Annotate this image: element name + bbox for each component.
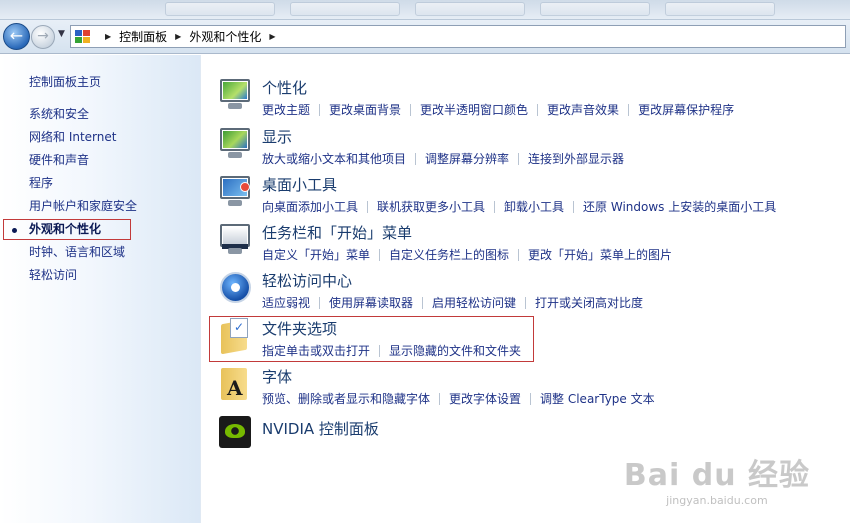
sidebar-item-programs[interactable]: 程序 [0,172,200,195]
task-link[interactable]: 更改主题 [262,103,310,117]
watermark: Bai du 经验 jingyan.baidu.com [624,450,810,507]
control-panel-icon [75,29,91,44]
category-title[interactable]: 显示 [262,126,292,147]
task-link[interactable]: 适应弱视 [262,296,310,310]
category-display: 显示 放大或缩小文本和其他项目 调整屏幕分辨率 连接到外部显示器 [218,126,838,172]
category-title[interactable]: 字体 [262,366,292,387]
navigation-bar: ← → ▼ ▶ 控制面板 ▶ 外观和个性化 ▶ [0,20,850,54]
sidebar-item-network[interactable]: 网络和 Internet [0,126,200,149]
task-link[interactable]: 放大或缩小文本和其他项目 [262,152,406,166]
task-link[interactable]: 调整屏幕分辨率 [425,152,509,166]
task-link[interactable]: 向桌面添加小工具 [262,200,358,214]
personalization-icon[interactable] [218,77,252,113]
category-title[interactable]: 轻松访问中心 [262,270,352,291]
task-link[interactable]: 更改字体设置 [449,392,521,406]
breadcrumb-appearance[interactable]: 外观和个性化 [189,28,261,45]
task-link[interactable]: 启用轻松访问键 [432,296,516,310]
address-bar[interactable]: ▶ 控制面板 ▶ 外观和个性化 ▶ [70,25,846,48]
nvidia-icon[interactable] [218,416,252,452]
category-title[interactable]: 个性化 [262,77,307,98]
background-tab[interactable] [665,2,775,16]
fonts-icon[interactable]: A [218,366,252,402]
category-links: 更改主题 更改桌面背景 更改半透明窗口颜色 更改声音效果 更改屏幕保护程序 [262,101,734,118]
browser-tab-strip [0,0,850,20]
recent-pages-button[interactable]: ▼ [58,29,65,39]
task-link[interactable]: 打开或关闭高对比度 [535,296,643,310]
forward-button[interactable]: → [31,25,55,49]
task-link[interactable]: 卸载小工具 [504,200,564,214]
breadcrumb-separator-icon[interactable]: ▶ [105,32,111,41]
annotation-highlight-folder-options [209,316,534,362]
category-fonts: A 字体 预览、删除或者显示和隐藏字体 更改字体设置 调整 ClearType 文本 [218,366,838,412]
category-ease-of-access: 轻松访问中心 适应弱视 使用屏幕读取器 启用轻松访问键 打开或关闭高对比度 [218,270,838,316]
back-button[interactable]: ← [3,23,30,50]
task-link[interactable]: 联机获取更多小工具 [377,200,485,214]
background-tab[interactable] [415,2,525,16]
control-panel-home-link[interactable]: 控制面板主页 [29,73,101,90]
breadcrumb-separator-icon[interactable]: ▶ [269,32,275,41]
category-links: 放大或缩小文本和其他项目 调整屏幕分辨率 连接到外部显示器 [262,150,624,167]
taskbar-icon[interactable] [218,222,252,258]
task-link[interactable]: 调整 ClearType 文本 [540,392,655,406]
category-title[interactable]: 任务栏和「开始」菜单 [262,222,412,243]
background-tab[interactable] [165,2,275,16]
annotation-highlight-sidebar [3,219,131,240]
task-link[interactable]: 自定义任务栏上的图标 [389,248,509,262]
sidebar-item-clock-language[interactable]: 时钟、语言和区域 [0,241,200,264]
sidebar: 控制面板主页 系统和安全 网络和 Internet 硬件和声音 程序 用户帐户和… [0,55,201,523]
task-link[interactable]: 更改桌面背景 [329,103,401,117]
category-gadgets: 桌面小工具 向桌面添加小工具 联机获取更多小工具 卸载小工具 还原 Windows 上… [218,174,838,220]
sidebar-item-user-accounts[interactable]: 用户帐户和家庭安全 [0,195,200,218]
category-links: 适应弱视 使用屏幕读取器 启用轻松访问键 打开或关闭高对比度 [262,294,643,311]
category-title[interactable]: 桌面小工具 [262,174,337,195]
task-link[interactable]: 更改半透明窗口颜色 [420,103,528,117]
breadcrumb-separator-icon[interactable]: ▶ [175,32,181,41]
category-personalization: 个性化 更改主题 更改桌面背景 更改半透明窗口颜色 更改声音效果 更改屏幕保护程序 [218,77,838,123]
display-icon[interactable] [218,126,252,162]
task-link[interactable]: 更改屏幕保护程序 [638,103,734,117]
category-taskbar: 任务栏和「开始」菜单 自定义「开始」菜单 自定义任务栏上的图标 更改「开始」菜单上的… [218,222,838,268]
task-link[interactable]: 还原 Windows 上安装的桌面小工具 [583,200,776,214]
category-links: 自定义「开始」菜单 自定义任务栏上的图标 更改「开始」菜单上的图片 [262,246,672,263]
sidebar-item-system-security[interactable]: 系统和安全 [0,103,200,126]
task-link[interactable]: 连接到外部显示器 [528,152,624,166]
task-link[interactable]: 更改声音效果 [547,103,619,117]
sidebar-list: 系统和安全 网络和 Internet 硬件和声音 程序 用户帐户和家庭安全 外观… [0,103,200,287]
arrow-right-icon: → [37,28,49,44]
background-tab[interactable] [290,2,400,16]
watermark-url: jingyan.baidu.com [666,494,768,507]
arrow-left-icon: ← [9,26,24,45]
gadgets-icon[interactable] [218,174,252,210]
breadcrumb-control-panel[interactable]: 控制面板 [119,28,167,45]
task-link[interactable]: 自定义「开始」菜单 [262,248,370,262]
ease-of-access-icon[interactable] [218,270,252,306]
sidebar-item-hardware-sound[interactable]: 硬件和声音 [0,149,200,172]
category-title[interactable]: NVIDIA 控制面板 [262,418,379,439]
category-links: 向桌面添加小工具 联机获取更多小工具 卸载小工具 还原 Windows 上安装的桌面小… [262,198,776,215]
background-tab[interactable] [540,2,650,16]
watermark-logo: Bai du 经验 [623,458,810,493]
chevron-down-icon: ▼ [58,29,65,39]
task-link[interactable]: 预览、删除或者显示和隐藏字体 [262,392,430,406]
sidebar-item-ease-of-access[interactable]: 轻松访问 [0,264,200,287]
task-link[interactable]: 使用屏幕读取器 [329,296,413,310]
category-links: 预览、删除或者显示和隐藏字体 更改字体设置 调整 ClearType 文本 [262,390,655,407]
task-link[interactable]: 更改「开始」菜单上的图片 [528,248,672,262]
